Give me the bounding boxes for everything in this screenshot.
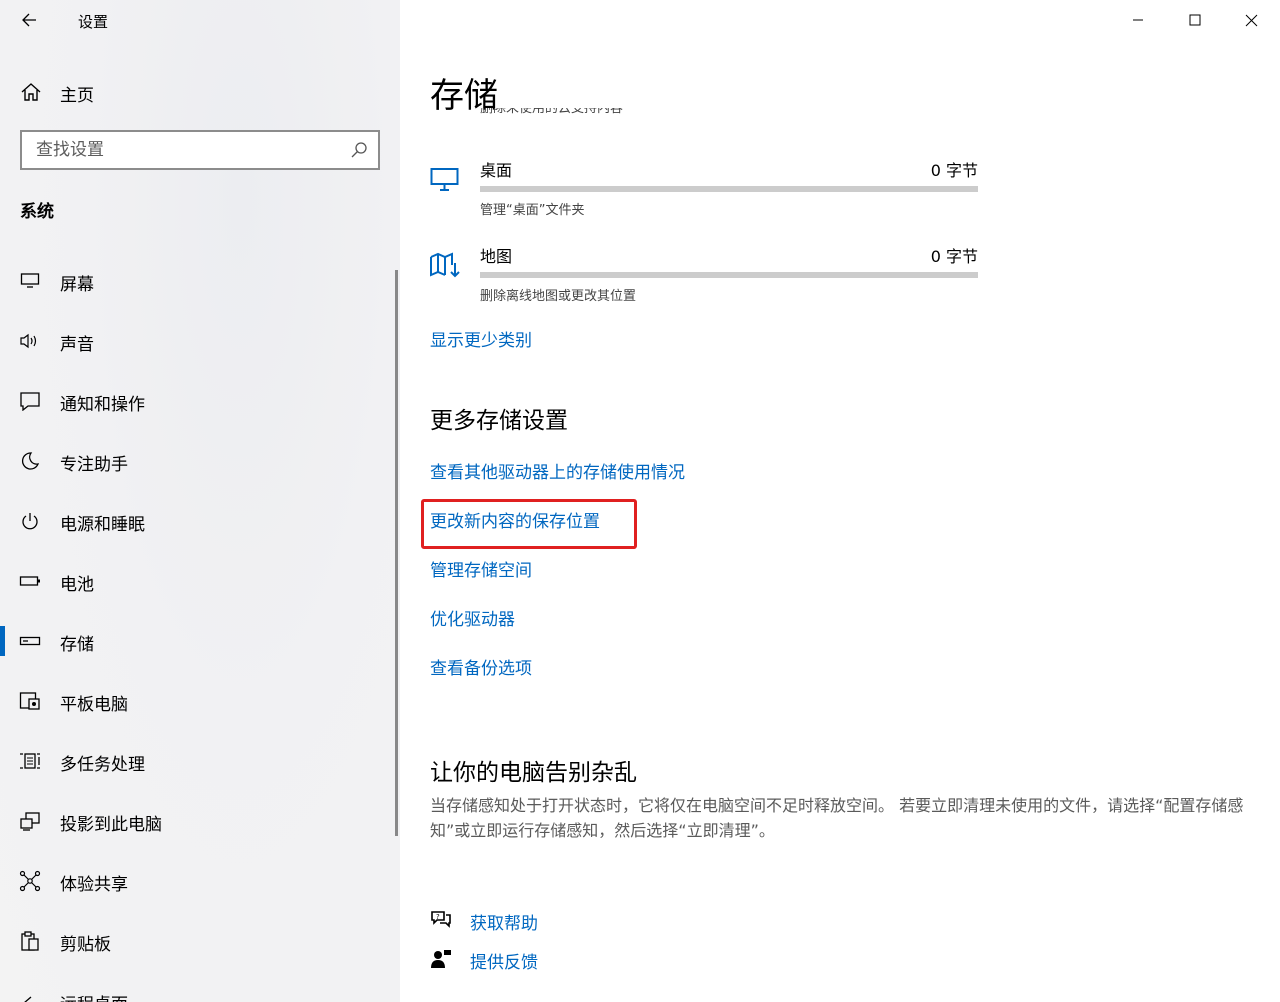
usage-bar [480, 272, 978, 278]
sidebar-item-focus-assist[interactable]: 专注助手 [0, 439, 396, 483]
app-title: 设置 [78, 13, 109, 31]
minimize-icon [1132, 19, 1143, 21]
sidebar-item-label: 专注助手 [60, 455, 128, 475]
manage-storage-spaces-link[interactable]: 管理存储空间 [430, 556, 532, 581]
sidebar-item-label: 声音 [60, 335, 94, 355]
search-icon[interactable] [350, 141, 368, 159]
battery-icon [19, 570, 41, 592]
sidebar-item-battery[interactable]: 电池 [0, 559, 396, 603]
optimize-drives-link[interactable]: 优化驱动器 [430, 605, 515, 630]
highlight-box [421, 499, 637, 549]
project-icon [19, 810, 41, 832]
title-bar: 设置 [0, 0, 400, 40]
sidebar-item-sound[interactable]: 声音 [0, 319, 396, 363]
sidebar-item-notifications[interactable]: 通知和操作 [0, 379, 396, 423]
view-other-drives-link[interactable]: 查看其他驱动器上的存储使用情况 [430, 458, 685, 483]
maximize-button[interactable] [1166, 0, 1223, 40]
category-description: 删除离线地图或更改其位置 [480, 289, 637, 304]
category-size: 0 字节 [930, 161, 978, 180]
sidebar-item-label: 平板电脑 [60, 695, 128, 715]
sidebar-item-label: 存储 [60, 635, 94, 655]
sidebar-item-remote-desktop[interactable]: 远程桌面 [0, 979, 396, 1002]
feedback-link[interactable]: 提供反馈 [430, 946, 730, 974]
backup-options-link[interactable]: 查看备份选项 [430, 654, 532, 679]
sidebar-scrollbar[interactable] [395, 270, 398, 836]
show-fewer-categories-link[interactable]: 显示更少类别 [430, 326, 532, 351]
storage-category-maps[interactable]: 地图 0 字节 删除离线地图或更改其位置 [430, 243, 990, 313]
category-name: 桌面 [480, 161, 513, 180]
minimize-button[interactable] [1109, 0, 1166, 40]
search-input[interactable] [22, 132, 342, 168]
sidebar-item-display[interactable]: 屏幕 [0, 259, 396, 303]
sidebar-item-label: 电池 [60, 575, 94, 595]
sidebar: 设置 主页 系统 屏幕 声音 通知和操作 [0, 0, 400, 1002]
sidebar-item-label: 多任务处理 [60, 755, 145, 775]
sidebar-item-clipboard[interactable]: 剪贴板 [0, 919, 396, 963]
sidebar-item-label: 通知和操作 [60, 395, 145, 415]
section-title: 系统 [20, 202, 54, 222]
close-button[interactable] [1223, 0, 1280, 40]
maximize-icon [1189, 14, 1200, 26]
help-chat-icon: ? [431, 911, 451, 928]
sidebar-item-label: 投影到此电脑 [60, 815, 162, 835]
sidebar-item-project[interactable]: 投影到此电脑 [0, 799, 396, 843]
speaker-icon [19, 330, 41, 352]
sidebar-item-label: 屏幕 [60, 275, 94, 295]
tablet-icon [19, 690, 41, 712]
usage-bar [480, 186, 978, 192]
declutter-title: 让你的电脑告别杂乱 [430, 760, 637, 786]
feedback-label: 提供反馈 [470, 953, 538, 973]
storage-category-desktop[interactable]: 桌面 0 字节 管理“桌面”文件夹 [430, 157, 990, 227]
close-icon [1245, 14, 1258, 26]
back-button[interactable] [14, 6, 44, 34]
remote-desktop-icon [19, 990, 41, 1002]
search-field[interactable] [20, 130, 380, 170]
sidebar-item-storage[interactable]: 存储 [0, 619, 396, 663]
moon-icon [19, 450, 41, 472]
monitor-icon [19, 270, 41, 292]
category-size: 0 字节 [930, 247, 978, 266]
declutter-description: 当存储感知处于打开状态时，它将仅在电脑空间不足时释放空间。 若要立即清理未使用的… [430, 796, 1244, 840]
more-storage-settings-title: 更多存储设置 [430, 408, 568, 434]
sidebar-item-label: 电源和睡眠 [60, 515, 145, 535]
storage-icon [19, 630, 41, 652]
sidebar-item-label: 剪贴板 [60, 935, 111, 955]
sidebar-item-tablet[interactable]: 平板电脑 [0, 679, 396, 723]
share-icon [19, 870, 41, 892]
sidebar-item-label: 远程桌面 [60, 990, 128, 1002]
home-icon [21, 83, 41, 101]
sidebar-item-shared-experiences[interactable]: 体验共享 [0, 859, 396, 903]
window-controls [1109, 0, 1280, 40]
sidebar-item-multitasking[interactable]: 多任务处理 [0, 739, 396, 783]
svg-text:?: ? [436, 913, 440, 921]
sidebar-item-power[interactable]: 电源和睡眠 [0, 499, 396, 543]
desktop-icon [430, 168, 459, 191]
category-name: 地图 [480, 247, 513, 266]
get-help-label: 获取帮助 [470, 914, 538, 934]
active-indicator [0, 626, 5, 656]
sidebar-item-label: 体验共享 [60, 875, 128, 895]
power-icon [19, 510, 41, 532]
get-help-link[interactable]: ? 获取帮助 [430, 907, 730, 935]
category-description: 管理“桌面”文件夹 [480, 203, 585, 218]
notification-icon [19, 390, 41, 412]
sidebar-item-label: 主页 [60, 86, 94, 106]
multitask-icon [19, 750, 41, 772]
back-arrow-icon [22, 13, 36, 27]
sidebar-item-home[interactable]: 主页 [0, 72, 400, 112]
feedback-icon [431, 950, 451, 968]
clipboard-icon [19, 930, 41, 952]
clipped-description: 删除未使用的云支持内容 [480, 108, 624, 116]
map-icon [430, 252, 460, 278]
